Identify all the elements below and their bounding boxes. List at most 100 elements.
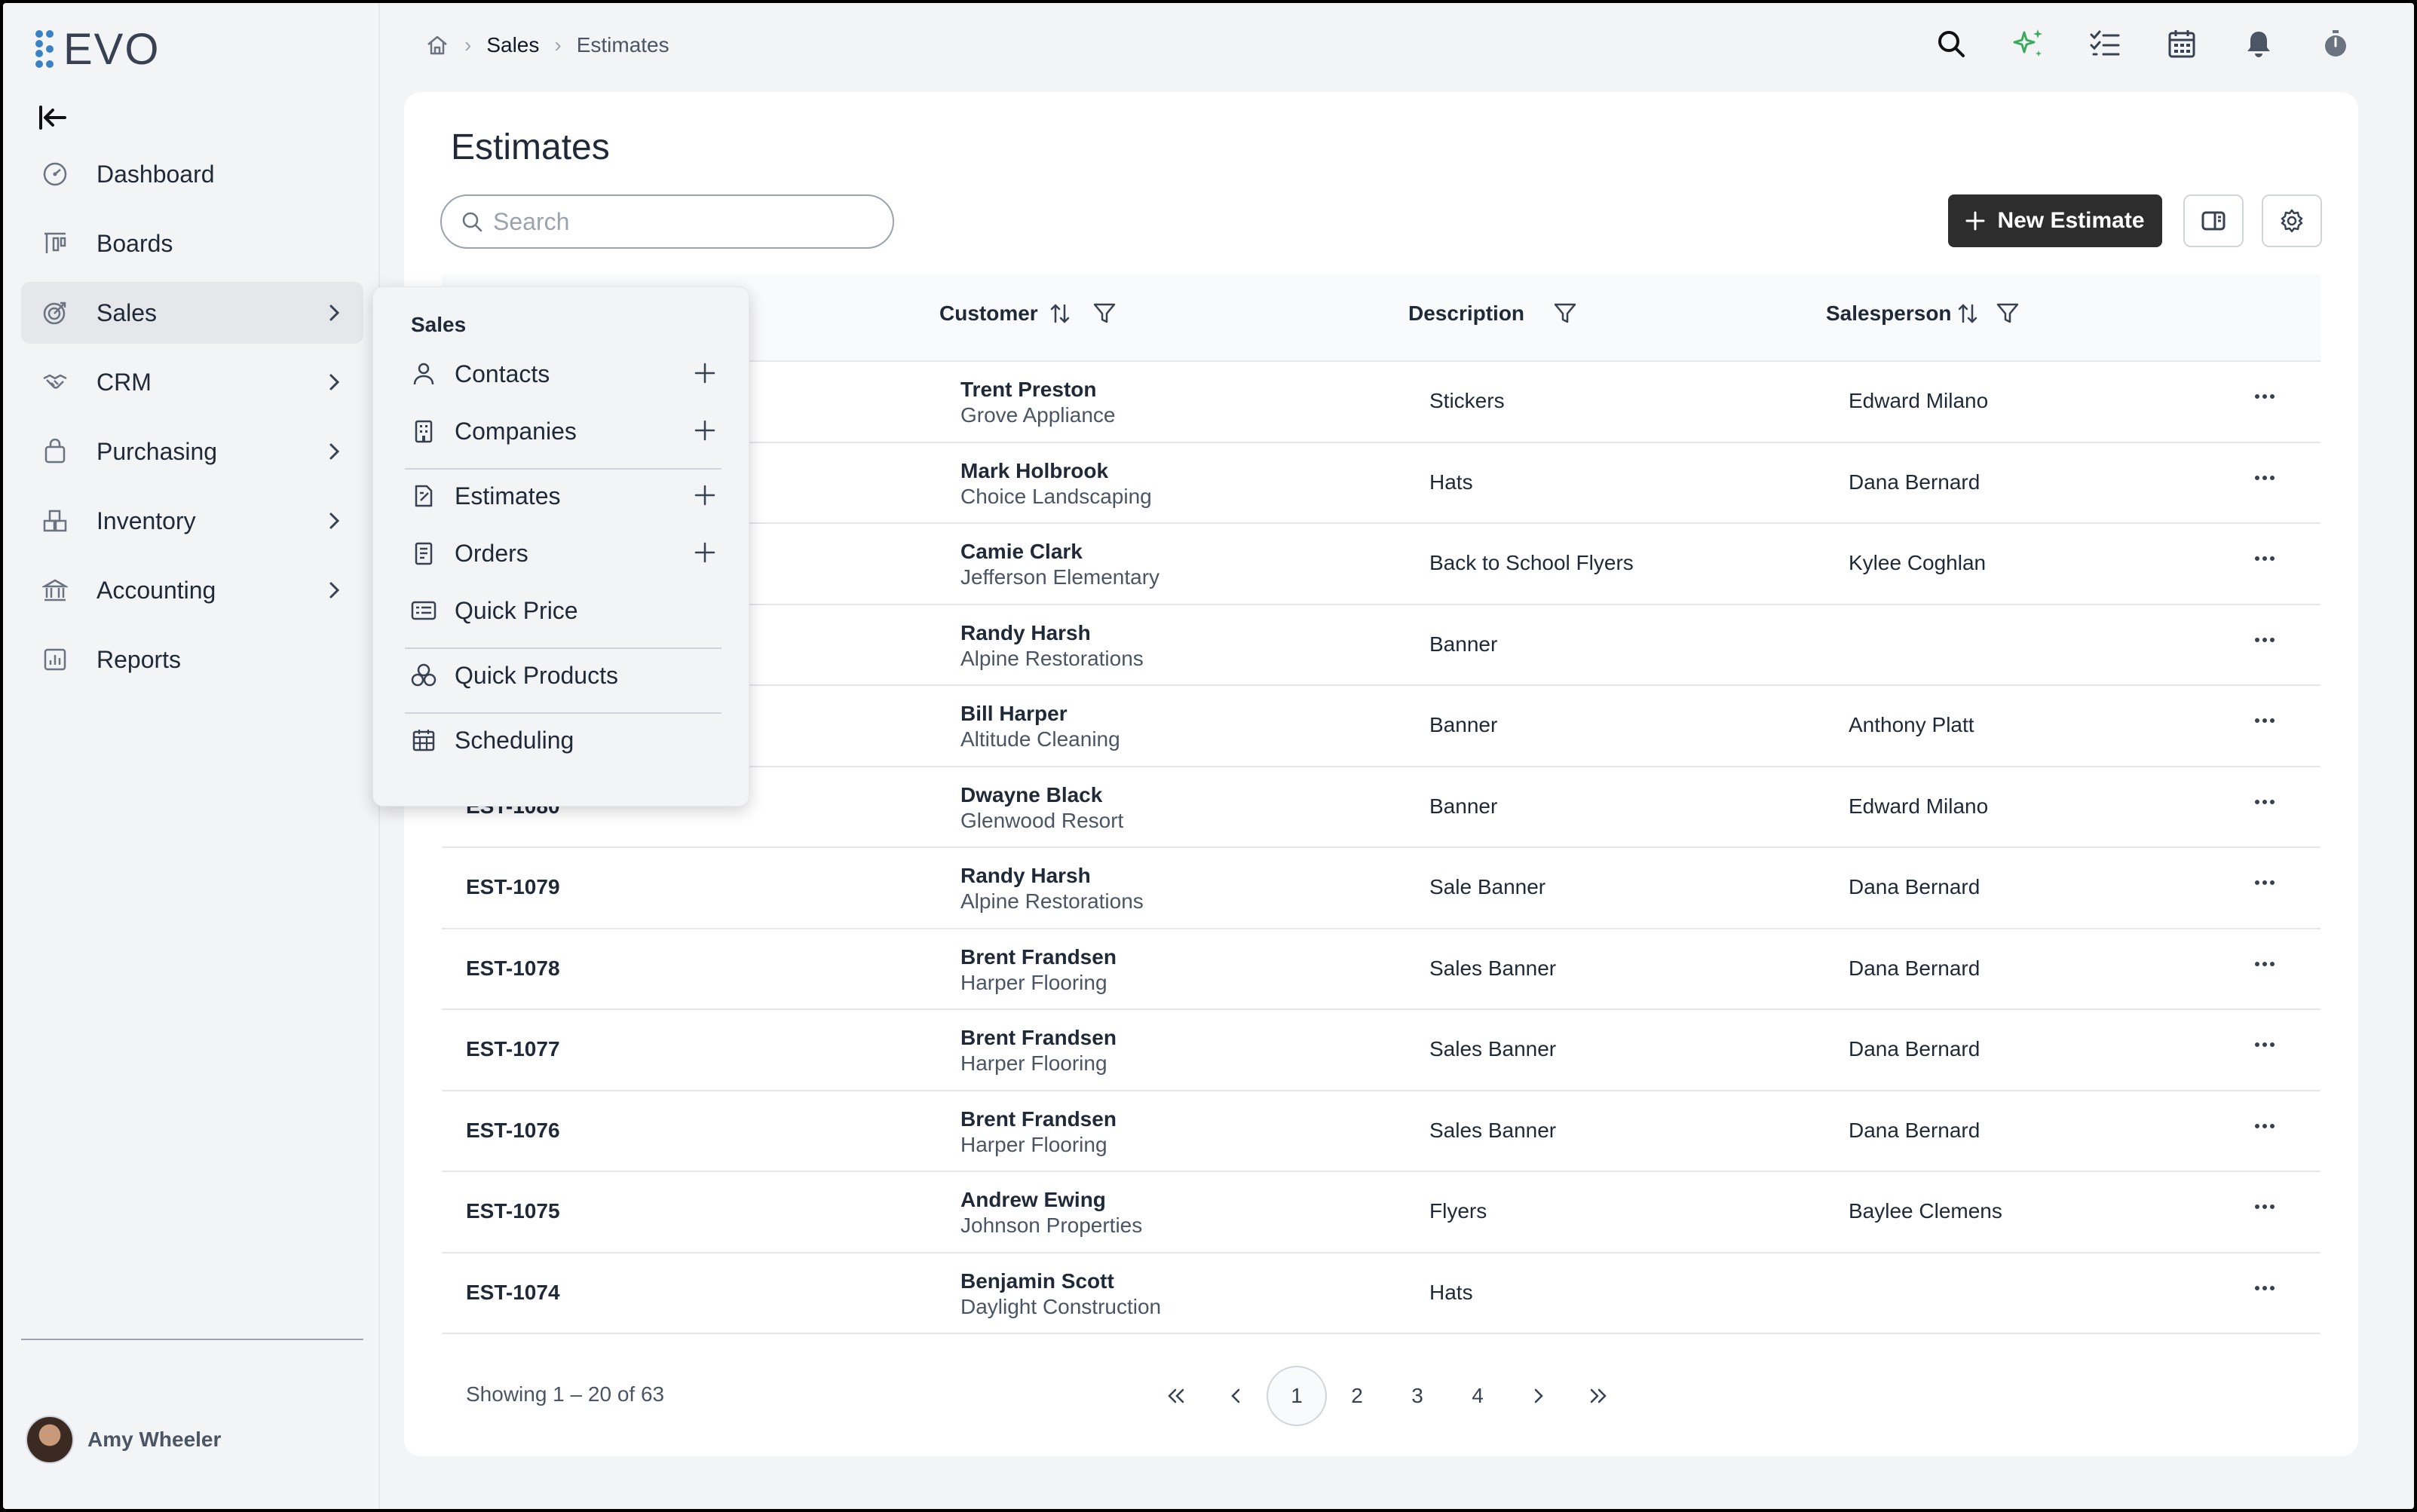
filter-icon[interactable]: [1092, 302, 1117, 325]
page-3-button[interactable]: 3: [1387, 1366, 1447, 1426]
search-box[interactable]: [440, 194, 894, 249]
settings-button[interactable]: [2262, 194, 2322, 247]
checklist-icon[interactable]: [2087, 26, 2123, 62]
bell-icon[interactable]: [2241, 26, 2277, 62]
filter-icon[interactable]: [1553, 302, 1577, 325]
page-1-button[interactable]: 1: [1267, 1366, 1327, 1426]
more-actions-icon[interactable]: [2250, 956, 2280, 972]
sidebar-item-boards[interactable]: Boards: [21, 213, 363, 274]
estimate-number[interactable]: EST-1074: [466, 1281, 560, 1305]
estimate-number[interactable]: EST-1075: [466, 1199, 560, 1223]
menu-item-quick-price[interactable]: Quick Price: [396, 584, 726, 637]
more-actions-icon[interactable]: [2250, 470, 2280, 485]
description-cell: Hats: [1429, 470, 1473, 494]
next-page-icon[interactable]: [1508, 1366, 1568, 1426]
customer-name: Trent Preston: [960, 378, 1097, 401]
collapse-sidebar-icon[interactable]: [38, 104, 68, 131]
menu-item-companies[interactable]: Companies: [396, 405, 726, 458]
salesperson-cell: Baylee Clemens: [1849, 1199, 2002, 1223]
calendar-icon[interactable]: [2164, 26, 2200, 62]
page-4-button[interactable]: 4: [1447, 1366, 1508, 1426]
avatar: [26, 1416, 74, 1464]
table-row[interactable]: EST-1078 Brent Frandsen Harper Flooring Sal…: [442, 929, 2321, 1010]
table-row[interactable]: EST-1079 Randy Harsh Alpine Restorations Sa…: [442, 848, 2321, 929]
last-page-icon[interactable]: [1568, 1366, 1628, 1426]
more-actions-icon[interactable]: [2250, 713, 2280, 728]
timer-icon[interactable]: [2317, 26, 2354, 62]
column-salesperson[interactable]: Salesperson: [1826, 301, 2020, 326]
salesperson-cell: Edward Milano: [1849, 794, 1989, 818]
more-actions-icon[interactable]: [2250, 794, 2280, 810]
column-description[interactable]: Description: [1408, 301, 1577, 326]
description-cell: Sales Banner: [1429, 1118, 1557, 1142]
user-profile[interactable]: Amy Wheeler: [26, 1416, 221, 1464]
home-icon[interactable]: [425, 33, 449, 57]
sort-icon[interactable]: [1956, 302, 1979, 325]
more-actions-icon[interactable]: [2250, 1119, 2280, 1134]
add-contact-icon[interactable]: [693, 361, 717, 385]
sidebar-item-inventory[interactable]: Inventory: [21, 490, 363, 552]
description-cell: Hats: [1429, 1280, 1473, 1304]
more-actions-icon[interactable]: [2250, 1037, 2280, 1052]
add-estimate-icon[interactable]: [693, 483, 717, 507]
new-estimate-button[interactable]: New Estimate: [1948, 194, 2162, 247]
add-company-icon[interactable]: [693, 418, 717, 442]
sidebar-item-accounting[interactable]: Accounting: [21, 559, 363, 621]
more-actions-icon[interactable]: [2250, 1199, 2280, 1214]
sidebar-item-dashboard[interactable]: Dashboard: [21, 143, 363, 205]
estimate-number[interactable]: EST-1079: [466, 875, 560, 899]
menu-item-quick-products[interactable]: Quick Products: [396, 649, 726, 702]
customer-cell: Mark Holbrook Choice Landscaping: [960, 458, 1152, 510]
breadcrumb-sales[interactable]: Sales: [486, 33, 539, 57]
ai-sparkle-icon[interactable]: [2010, 26, 2046, 62]
sidebar-item-reports[interactable]: Reports: [21, 629, 363, 690]
column-customer[interactable]: Customer: [939, 301, 1117, 326]
logo[interactable]: EVO: [35, 25, 161, 74]
menu-item-label: Contacts: [455, 360, 550, 387]
salesperson-cell: Anthony Platt: [1849, 713, 1974, 736]
estimate-number[interactable]: EST-1076: [466, 1119, 560, 1143]
sidebar-item-sales[interactable]: Sales: [21, 282, 363, 344]
building-icon: [411, 418, 437, 444]
description-cell: Banner: [1429, 632, 1498, 656]
sidebar-item-crm[interactable]: CRM: [21, 351, 363, 413]
add-order-icon[interactable]: [693, 540, 717, 565]
top-toolbar: [1933, 26, 2354, 62]
table-row[interactable]: EST-1077 Brent Frandsen Harper Flooring Sal…: [442, 1010, 2321, 1091]
sidebar-item-purchasing[interactable]: Purchasing: [21, 421, 363, 482]
table-row[interactable]: EST-1076 Brent Frandsen Harper Flooring Sal…: [442, 1091, 2321, 1172]
more-actions-icon[interactable]: [2250, 1281, 2280, 1296]
prev-page-icon[interactable]: [1206, 1366, 1267, 1426]
menu-item-scheduling[interactable]: Scheduling: [396, 714, 726, 767]
customer-cell: Brent Frandsen Harper Flooring: [960, 944, 1117, 996]
orders-icon: [411, 540, 437, 566]
more-actions-icon[interactable]: [2250, 551, 2280, 566]
chevron-right-icon: [323, 301, 345, 324]
customer-company: Johnson Properties: [960, 1214, 1143, 1237]
menu-item-orders[interactable]: Orders: [396, 527, 726, 580]
gear-icon: [2281, 209, 2303, 233]
search-icon[interactable]: [1933, 26, 1969, 62]
page-2-button[interactable]: 2: [1327, 1366, 1387, 1426]
more-actions-icon[interactable]: [2250, 632, 2280, 647]
estimate-number[interactable]: EST-1078: [466, 956, 560, 981]
more-actions-icon[interactable]: [2250, 875, 2280, 890]
plus-icon: [1965, 211, 1985, 231]
estimate-number[interactable]: EST-1077: [466, 1037, 560, 1061]
menu-item-contacts[interactable]: Contacts: [396, 347, 726, 400]
column-layout-button[interactable]: [2183, 194, 2244, 247]
more-actions-icon[interactable]: [2250, 389, 2280, 404]
customer-cell: Benjamin Scott Daylight Construction: [960, 1269, 1161, 1320]
search-input[interactable]: [493, 207, 870, 236]
boxes-icon: [41, 507, 69, 535]
table-row[interactable]: EST-1075 Andrew Ewing Johnson Properties Fl…: [442, 1172, 2321, 1253]
page-title: Estimates: [451, 127, 610, 167]
menu-item-estimates[interactable]: Estimates: [396, 470, 726, 522]
sort-icon[interactable]: [1049, 302, 1071, 325]
first-page-icon[interactable]: [1146, 1366, 1206, 1426]
customer-cell: Trent Preston Grove Appliance: [960, 377, 1115, 428]
table-row[interactable]: EST-1074 Benjamin Scott Daylight Construct…: [442, 1253, 2321, 1334]
customer-company: Harper Flooring: [960, 1132, 1107, 1156]
sidebar: EVO Dashboard Boards Sales CRM Purchasin…: [3, 3, 380, 1509]
filter-icon[interactable]: [1996, 302, 2020, 325]
